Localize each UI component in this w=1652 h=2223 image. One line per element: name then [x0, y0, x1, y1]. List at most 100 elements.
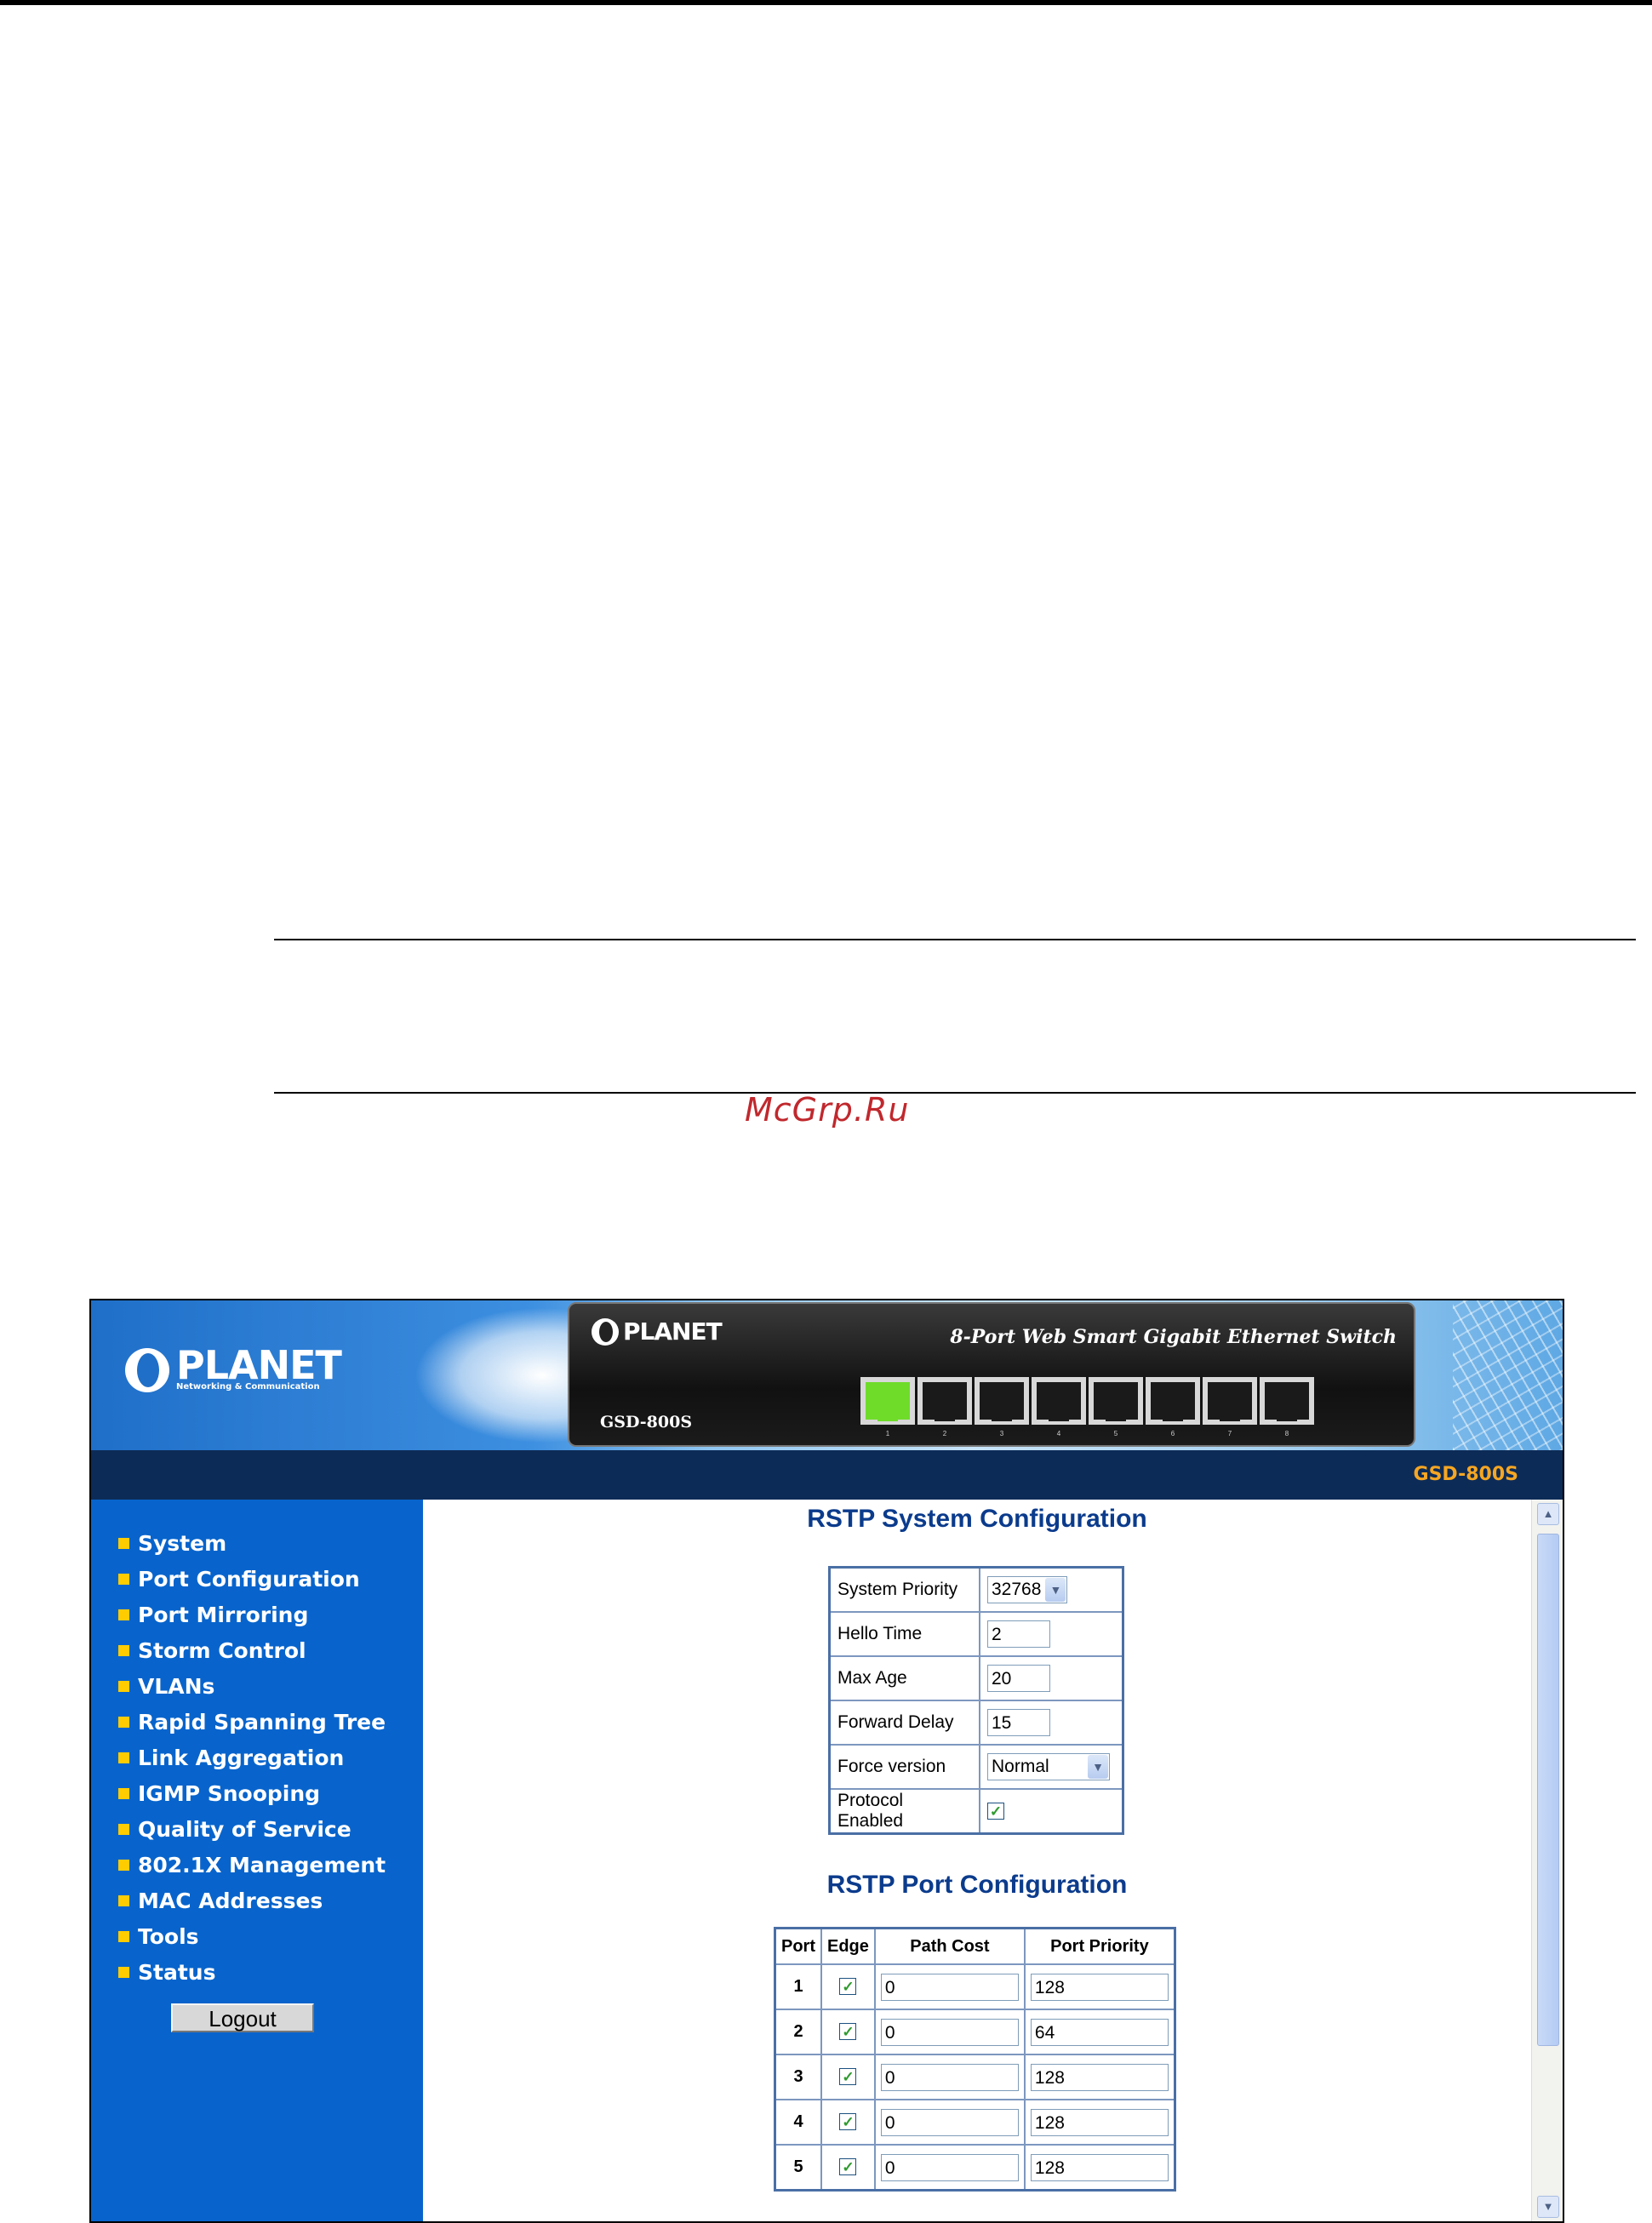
scroll-up-icon[interactable]: ▲	[1537, 1503, 1559, 1525]
sidebar-item-vlans[interactable]: VLANs	[118, 1668, 386, 1704]
port-priority-input[interactable]: 128	[1030, 2108, 1169, 2136]
sidebar-item-label[interactable]: VLANs	[138, 1674, 214, 1699]
edge-checkbox[interactable]: ✓	[839, 1978, 857, 1995]
chevron-down-icon[interactable]: ▼	[1045, 1578, 1066, 1602]
sidebar-item-mac-addresses[interactable]: MAC Addresses	[118, 1883, 386, 1918]
sidebar-item-quality-of-service[interactable]: Quality of Service	[118, 1811, 386, 1847]
port-priority-input[interactable]: 128	[1030, 2153, 1169, 2181]
rstp-port-table: Port Edge Path Cost Port Priority 1 ✓ 0 128…	[774, 1927, 1176, 2192]
device-port-5: 5	[1089, 1377, 1146, 1437]
bullet-icon	[118, 1752, 129, 1763]
scroll-down-icon[interactable]: ▼	[1537, 2196, 1559, 2218]
ethernet-port-icon	[1203, 1377, 1257, 1425]
bullet-icon	[118, 1930, 129, 1942]
edge-checkbox[interactable]: ✓	[839, 2068, 857, 2085]
path-cost-input[interactable]: 0	[880, 2063, 1019, 2091]
path-cost-input[interactable]: 0	[880, 2153, 1019, 2181]
port-number: 1	[774, 1963, 822, 2010]
edge-checkbox[interactable]: ✓	[839, 2023, 857, 2040]
sidebar-item-8021x-management[interactable]: 802.1X Management	[118, 1847, 386, 1883]
port-priority-input[interactable]: 128	[1030, 2063, 1169, 2091]
port-number: 2	[774, 2009, 822, 2055]
top-navbar: GSD-800S	[91, 1450, 1563, 1500]
force-version-label: Force version	[828, 1744, 980, 1790]
logout-button[interactable]: Logout	[171, 2003, 314, 2032]
chevron-down-icon[interactable]: ▼	[1088, 1755, 1108, 1779]
max-age-input[interactable]: 20	[987, 1665, 1050, 1692]
path-cost-cell: 0	[873, 2054, 1026, 2100]
path-cost-input[interactable]: 0	[880, 2018, 1019, 2046]
hello-time-input[interactable]: 2	[987, 1620, 1050, 1648]
port-priority-input[interactable]: 64	[1030, 2018, 1169, 2046]
sidebar-item-status[interactable]: Status	[118, 1954, 386, 1990]
forward-delay-input[interactable]: 15	[987, 1709, 1050, 1736]
row-protocol-enabled: Protocol Enabled ✓	[828, 1788, 1124, 1835]
ethernet-port-icon	[975, 1377, 1029, 1425]
sidebar-item-port-mirroring[interactable]: Port Mirroring	[118, 1597, 386, 1632]
protocol-enabled-checkbox[interactable]: ✓	[987, 1803, 1004, 1820]
vertical-scrollbar[interactable]: ▲ ▼	[1531, 1500, 1563, 2221]
table-row: 3 ✓ 0 128	[774, 2054, 1176, 2100]
sidebar-item-label[interactable]: Port Configuration	[138, 1567, 360, 1592]
sidebar-item-storm-control[interactable]: Storm Control	[118, 1632, 386, 1668]
sidebar-item-label[interactable]: Tools	[138, 1924, 199, 1949]
column-header-port: Port	[774, 1927, 822, 1965]
sidebar-item-label[interactable]: MAC Addresses	[138, 1889, 323, 1913]
sidebar-item-link-aggregation[interactable]: Link Aggregation	[118, 1740, 386, 1775]
max-age-cell: 20	[979, 1655, 1124, 1701]
sidebar-item-port-configuration[interactable]: Port Configuration	[118, 1561, 386, 1597]
table-row: 4 ✓ 0 128	[774, 2099, 1176, 2146]
path-cost-input[interactable]: 0	[880, 2108, 1019, 2136]
ethernet-port-icon	[1146, 1377, 1200, 1425]
grid-decoration	[1453, 1300, 1563, 1450]
sidebar-item-label[interactable]: System	[138, 1531, 226, 1556]
port-number-label: 2	[942, 1430, 947, 1437]
sidebar-item-label[interactable]: IGMP Snooping	[138, 1781, 320, 1806]
path-cost-cell: 0	[873, 1963, 1026, 2010]
sidebar: System Port Configuration Port Mirroring…	[91, 1500, 423, 2221]
device-logo: PLANET	[592, 1317, 723, 1346]
ethernet-port-icon	[917, 1377, 972, 1425]
main-content: RSTP System Configuration System Priorit…	[423, 1500, 1563, 2221]
logo-subtitle: Networking & Communication	[176, 1382, 320, 1392]
port-number-label: 4	[1056, 1430, 1061, 1437]
sidebar-item-rapid-spanning-tree[interactable]: Rapid Spanning Tree	[118, 1704, 386, 1740]
sidebar-item-tools[interactable]: Tools	[118, 1918, 386, 1954]
device-logo-text: PLANET	[623, 1317, 723, 1346]
hello-time-cell: 2	[979, 1611, 1124, 1657]
bullet-icon	[118, 1787, 129, 1799]
sidebar-item-label[interactable]: 802.1X Management	[138, 1853, 386, 1877]
protocol-enabled-cell: ✓	[979, 1788, 1124, 1835]
port-number-label: 3	[999, 1430, 1004, 1437]
hello-time-label: Hello Time	[828, 1611, 980, 1657]
table-row: 5 ✓ 0 128	[774, 2144, 1176, 2192]
scroll-thumb[interactable]	[1537, 1534, 1559, 2046]
sidebar-item-label[interactable]: Link Aggregation	[138, 1746, 344, 1770]
port-priority-cell: 128	[1023, 2054, 1176, 2100]
edge-checkbox[interactable]: ✓	[839, 2158, 857, 2175]
edge-cell: ✓	[820, 2054, 876, 2100]
sidebar-item-label[interactable]: Status	[138, 1960, 215, 1985]
bullet-icon	[118, 1680, 129, 1692]
sidebar-item-label[interactable]: Storm Control	[138, 1638, 306, 1663]
path-cost-input[interactable]: 0	[880, 1973, 1019, 2001]
edge-cell: ✓	[820, 2144, 876, 2192]
sidebar-item-system[interactable]: System	[118, 1525, 386, 1561]
table-row: 2 ✓ 0 64	[774, 2009, 1176, 2055]
column-header-port-priority: Port Priority	[1023, 1927, 1176, 1965]
device-port-7: 7	[1203, 1377, 1260, 1437]
system-priority-select[interactable]: 32768 ▼	[987, 1576, 1068, 1603]
force-version-select[interactable]: Normal ▼	[987, 1753, 1110, 1780]
forward-delay-label: Forward Delay	[828, 1700, 980, 1746]
port-priority-input[interactable]: 128	[1030, 1973, 1169, 2001]
sidebar-item-label[interactable]: Quality of Service	[138, 1817, 352, 1842]
table-header-row: Port Edge Path Cost Port Priority	[774, 1927, 1176, 1965]
sidebar-item-label[interactable]: Port Mirroring	[138, 1603, 308, 1627]
sidebar-item-label[interactable]: Rapid Spanning Tree	[138, 1710, 386, 1734]
edge-checkbox[interactable]: ✓	[839, 2113, 857, 2130]
row-hello-time: Hello Time 2	[828, 1611, 1124, 1657]
device-port-8: 8	[1260, 1377, 1317, 1437]
row-system-priority: System Priority 32768 ▼	[828, 1566, 1124, 1613]
bullet-icon	[118, 1537, 129, 1549]
sidebar-item-igmp-snooping[interactable]: IGMP Snooping	[118, 1775, 386, 1811]
